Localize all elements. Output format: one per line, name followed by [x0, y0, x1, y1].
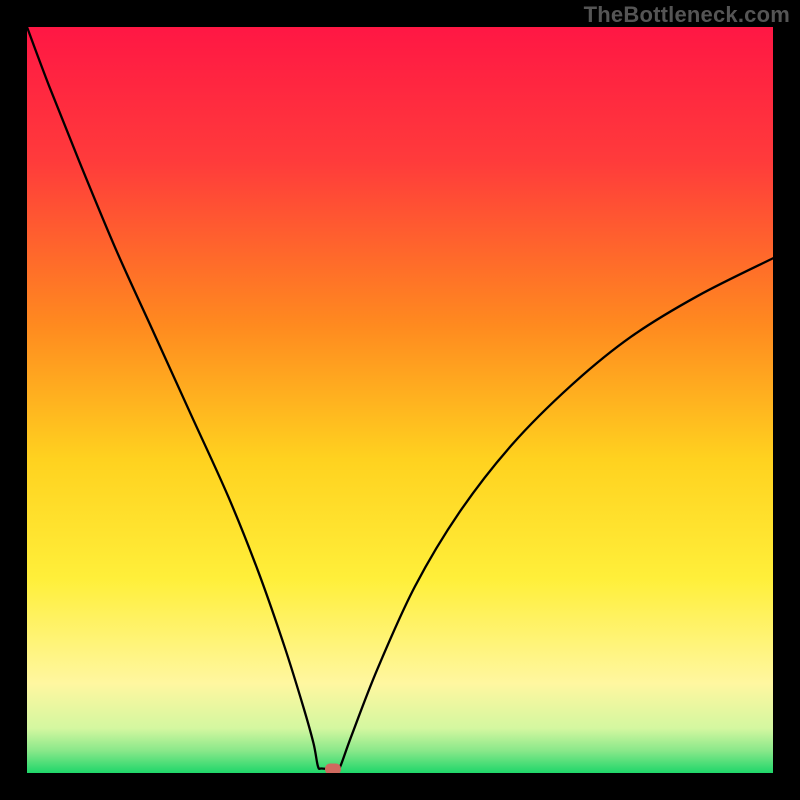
gradient-background: [27, 27, 773, 773]
watermark-text: TheBottleneck.com: [584, 2, 790, 28]
chart-frame: TheBottleneck.com: [0, 0, 800, 800]
chart-svg: [27, 27, 773, 773]
optimal-point-marker: [325, 763, 341, 773]
plot-area: [27, 27, 773, 773]
